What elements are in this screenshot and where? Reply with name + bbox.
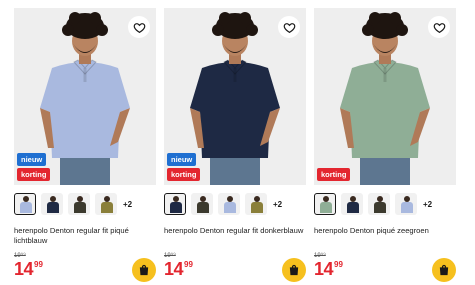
product-card[interactable]: korting +2 herenpolo Denton piqué zeegro… xyxy=(314,8,456,285)
price-cents: 99 xyxy=(184,260,193,269)
product-card[interactable]: nieuw korting +2 herenpolo Denton regular… xyxy=(164,8,306,285)
current-price: 14 99 xyxy=(14,259,43,279)
current-price: 14 99 xyxy=(164,259,193,279)
color-swatches: +2 xyxy=(14,193,132,215)
add-to-cart-button[interactable] xyxy=(282,258,306,282)
product-image[interactable]: nieuw korting xyxy=(164,8,306,185)
more-colors-link[interactable]: +2 xyxy=(123,200,132,209)
new-badge: nieuw xyxy=(167,153,197,166)
color-swatch[interactable] xyxy=(41,193,63,215)
heart-icon[interactable] xyxy=(278,16,300,38)
current-price: 14 99 xyxy=(314,259,343,279)
badge-group: korting xyxy=(317,168,351,181)
shopping-bag-icon xyxy=(138,264,150,276)
shopping-bag-icon xyxy=(288,264,300,276)
heart-icon[interactable] xyxy=(428,16,450,38)
product-card[interactable]: nieuw korting +2 herenpolo Denton regular… xyxy=(14,8,156,285)
product-title[interactable]: herenpolo Denton regular fit donkerblauw xyxy=(164,226,306,236)
price-euros: 14 xyxy=(164,259,184,279)
color-swatch[interactable] xyxy=(95,193,117,215)
price-euros: 14 xyxy=(314,259,334,279)
product-image[interactable]: nieuw korting xyxy=(14,8,156,185)
color-swatch[interactable] xyxy=(341,193,363,215)
color-swatch[interactable] xyxy=(245,193,267,215)
sale-badge: korting xyxy=(317,168,351,181)
more-colors-link[interactable]: +2 xyxy=(423,200,432,209)
sale-badge: korting xyxy=(17,168,51,181)
add-to-cart-button[interactable] xyxy=(432,258,456,282)
color-swatches: +2 xyxy=(314,193,432,215)
sale-badge: korting xyxy=(167,168,201,181)
color-swatch[interactable] xyxy=(164,193,186,215)
badge-group: nieuw korting xyxy=(17,153,51,181)
color-swatch[interactable] xyxy=(68,193,90,215)
color-swatch[interactable] xyxy=(191,193,213,215)
color-swatch[interactable] xyxy=(218,193,240,215)
price-euros: 14 xyxy=(14,259,34,279)
more-colors-link[interactable]: +2 xyxy=(273,200,282,209)
color-swatch[interactable] xyxy=(368,193,390,215)
shopping-bag-icon xyxy=(438,264,450,276)
product-title[interactable]: herenpolo Denton regular fit piqué licht… xyxy=(14,226,156,245)
product-image[interactable]: korting xyxy=(314,8,456,185)
color-swatch[interactable] xyxy=(395,193,417,215)
add-to-cart-button[interactable] xyxy=(132,258,156,282)
new-badge: nieuw xyxy=(17,153,47,166)
price-cents: 99 xyxy=(34,260,43,269)
price-cents: 99 xyxy=(334,260,343,269)
color-swatch[interactable] xyxy=(314,193,336,215)
product-title[interactable]: herenpolo Denton piqué zeegroen xyxy=(314,226,456,236)
heart-icon[interactable] xyxy=(128,16,150,38)
color-swatch[interactable] xyxy=(14,193,36,215)
badge-group: nieuw korting xyxy=(167,153,201,181)
color-swatches: +2 xyxy=(164,193,282,215)
